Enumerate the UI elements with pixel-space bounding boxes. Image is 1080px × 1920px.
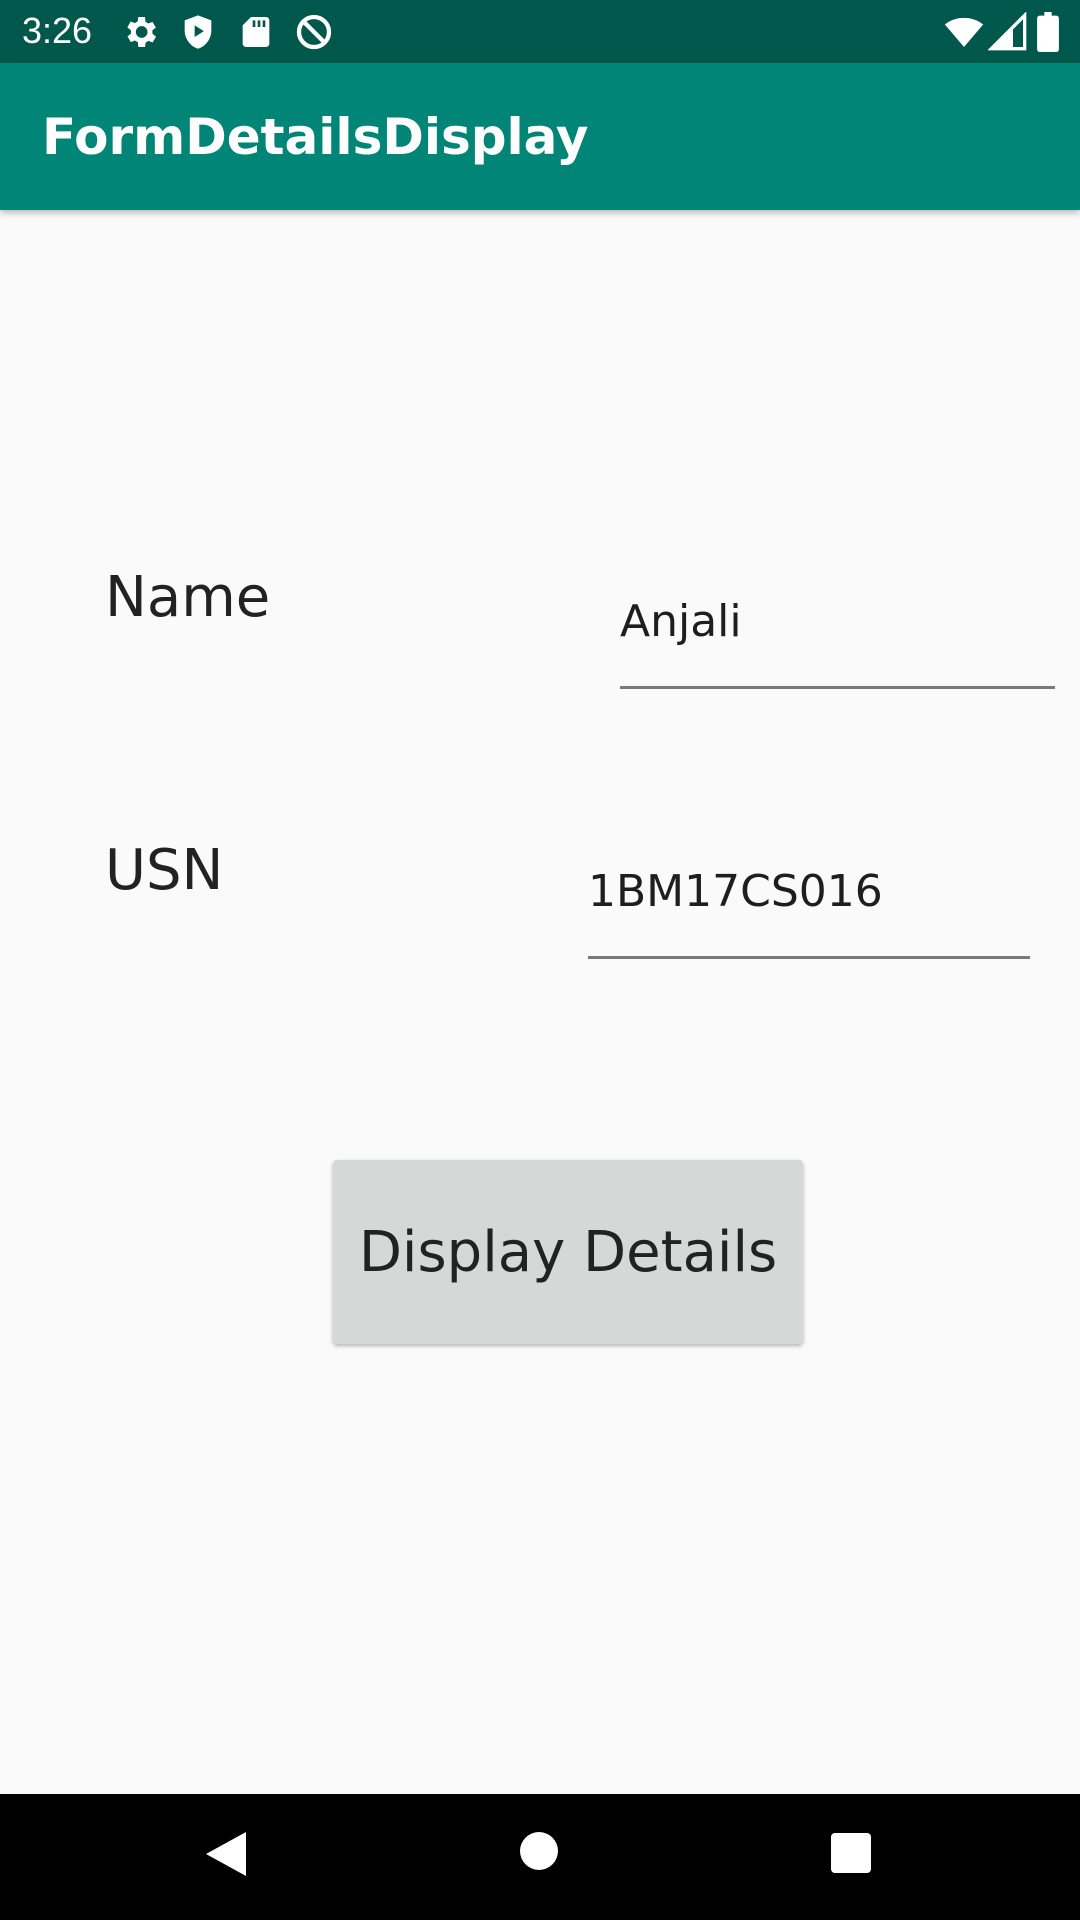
shield-play-icon — [178, 12, 218, 52]
gear-icon — [120, 12, 160, 52]
name-field-value: Anjali — [620, 596, 742, 647]
navigation-bar — [0, 1794, 1080, 1920]
battery-icon — [1036, 12, 1060, 52]
display-details-button[interactable]: Display Details — [333, 1160, 803, 1344]
home-icon[interactable] — [518, 1830, 560, 1876]
sd-card-icon — [236, 12, 276, 52]
recents-icon[interactable] — [830, 1832, 872, 1878]
usn-label: USN — [105, 838, 224, 903]
usn-field-value: 1BM17CS016 — [588, 866, 883, 917]
do-not-disturb-icon — [294, 12, 334, 52]
app-title: FormDetailsDisplay — [42, 108, 589, 166]
usn-field[interactable]: 1BM17CS016 — [588, 850, 1030, 959]
display-details-button-label: Display Details — [358, 1219, 778, 1285]
back-icon[interactable] — [202, 1830, 248, 1882]
app-bar: FormDetailsDisplay — [0, 63, 1080, 210]
name-field[interactable]: Anjali — [620, 570, 1055, 689]
wifi-icon — [944, 12, 984, 52]
cellular-signal-icon — [987, 11, 1028, 52]
status-time: 3:26 — [22, 10, 93, 51]
name-label: Name — [105, 565, 271, 630]
status-bar: 3:26 — [0, 0, 1080, 63]
